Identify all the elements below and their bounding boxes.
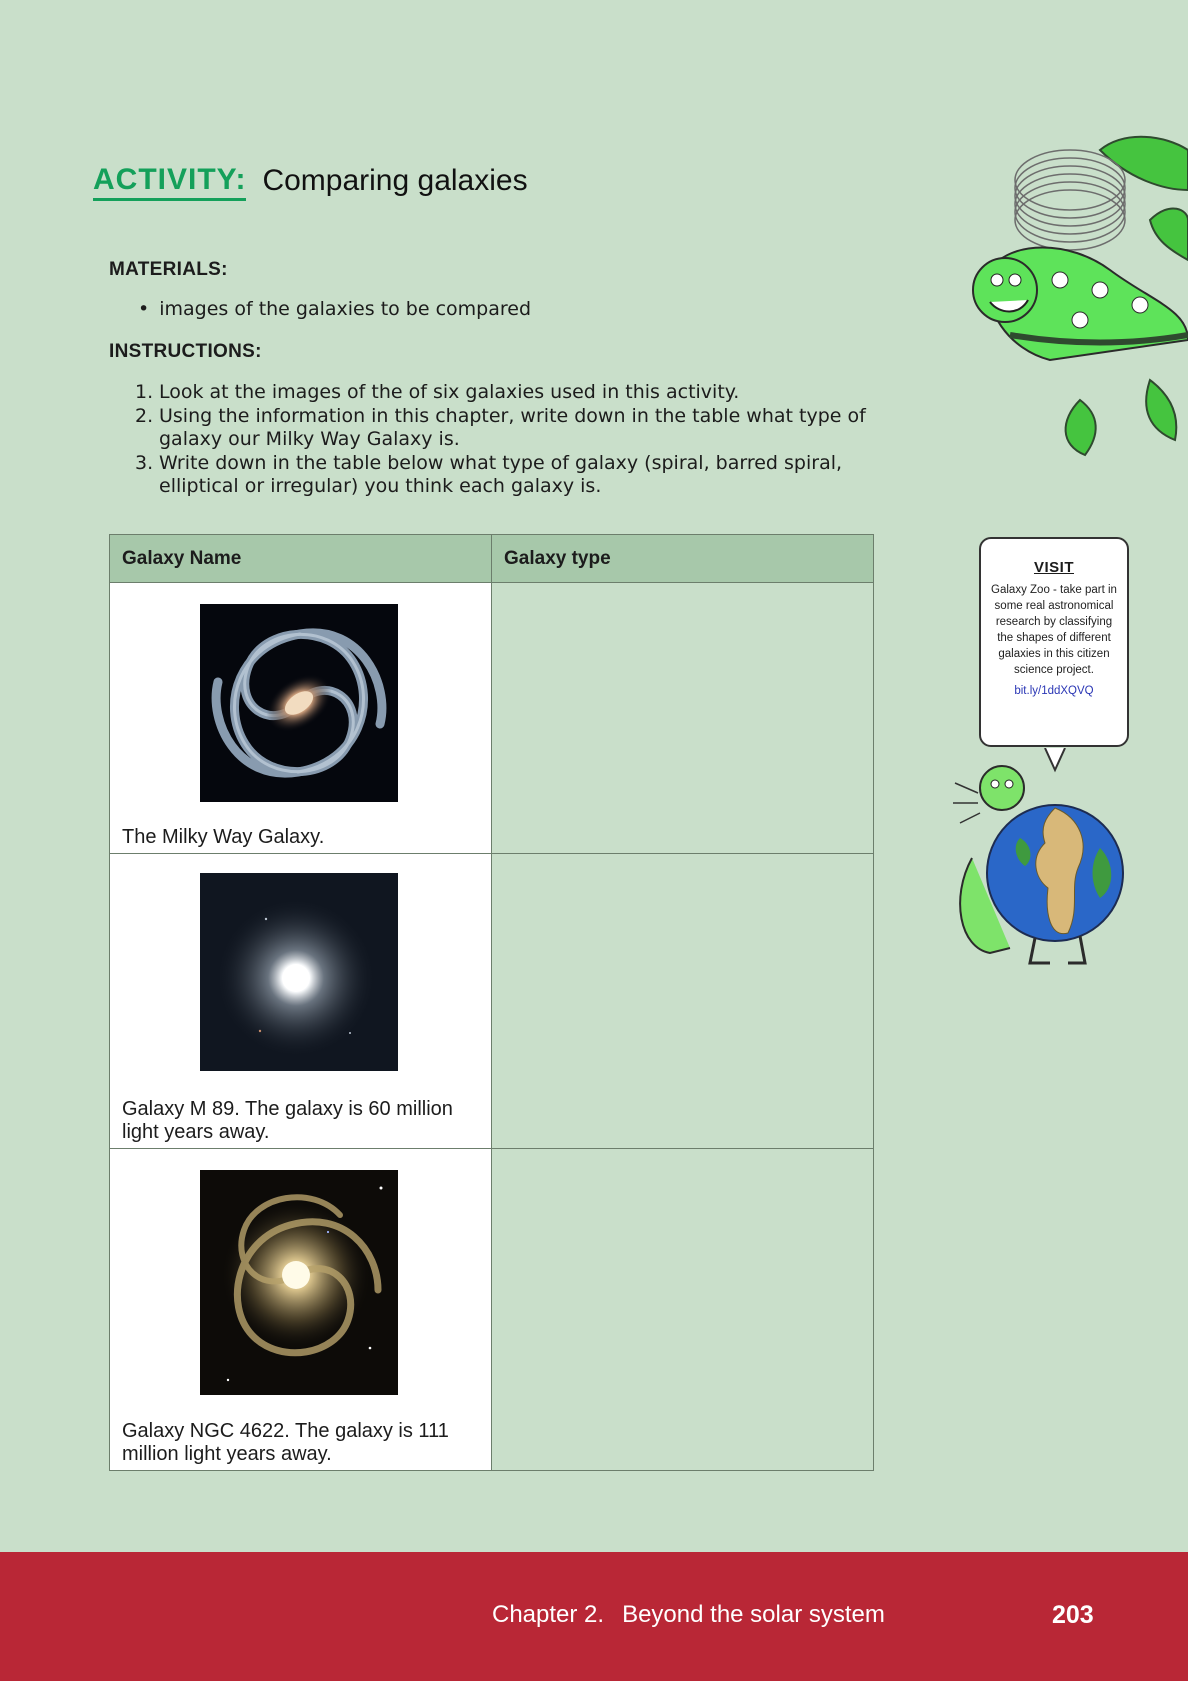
materials-heading: MATERIALS:: [109, 259, 228, 280]
step-text: Write down in the table below what type …: [159, 451, 843, 498]
ngc-4622-image: [200, 1170, 398, 1395]
table-row: Galaxy NGC 4622. The galaxy is 111 milli…: [109, 1148, 874, 1471]
visit-callout: VISIT Galaxy Zoo - take part in some rea…: [979, 537, 1129, 747]
step-text: Look at the images of the of six galaxie…: [159, 381, 740, 403]
instructions-list: 1. Look at the images of the of six gala…: [135, 381, 915, 499]
visit-title: VISIT: [1033, 559, 1074, 576]
step-number: 1.: [135, 381, 154, 403]
instruction-step: 3. Write down in the table below what ty…: [135, 452, 915, 499]
galaxy-table: Galaxy Name Galaxy type The Milky Way Ga…: [109, 534, 874, 1471]
galaxy-name-cell: Galaxy NGC 4622. The galaxy is 111 milli…: [109, 1148, 492, 1471]
galaxy-type-cell[interactable]: [491, 582, 874, 854]
materials-item: images of the galaxies to be compared: [138, 298, 531, 320]
galaxy-name-cell: The Milky Way Galaxy.: [109, 582, 492, 854]
milky-way-image: [200, 604, 398, 802]
galaxy-caption: Galaxy NGC 4622. The galaxy is 111 milli…: [122, 1420, 449, 1465]
activity-title: ACTIVITY: Comparing galaxies: [93, 165, 528, 201]
galaxy-caption: The Milky Way Galaxy.: [122, 826, 325, 848]
instructions-heading: INSTRUCTIONS:: [109, 341, 262, 362]
step-text: Using the information in this chapter, w…: [159, 404, 866, 451]
step-number: 2.: [135, 404, 154, 427]
page-footer: Chapter 2. Beyond the solar system 203: [0, 1552, 1188, 1681]
table-row: The Milky Way Galaxy.: [109, 582, 874, 854]
instruction-step: 2. Using the information in this chapter…: [135, 405, 915, 452]
header-galaxy-type: Galaxy type: [491, 534, 874, 583]
table-header-row: Galaxy Name Galaxy type: [109, 534, 874, 583]
chapter-title: Beyond the solar system: [622, 1601, 885, 1628]
chapter-number: Chapter 2.: [492, 1601, 605, 1628]
header-galaxy-name: Galaxy Name: [109, 534, 492, 583]
galaxy-type-cell[interactable]: [491, 1148, 874, 1471]
table-row: Galaxy M 89. The galaxy is 60 million li…: [109, 853, 874, 1149]
step-number: 3.: [135, 451, 154, 474]
galaxy-type-cell[interactable]: [491, 853, 874, 1149]
page-number: 203: [1052, 1601, 1094, 1629]
earth-creature-illustration: [953, 748, 1124, 965]
activity-kicker: ACTIVITY:: [93, 165, 247, 201]
visit-link[interactable]: bit.ly/1ddXQVQ: [981, 685, 1127, 697]
slinky-creature-illustration: [972, 135, 1188, 457]
m89-image: [200, 873, 398, 1071]
galaxy-caption: Galaxy M 89. The galaxy is 60 million li…: [122, 1098, 453, 1143]
visit-text: Galaxy Zoo - take part in some real astr…: [991, 584, 1117, 676]
instruction-step: 1. Look at the images of the of six gala…: [135, 381, 915, 405]
galaxy-name-cell: Galaxy M 89. The galaxy is 60 million li…: [109, 853, 492, 1149]
chapter-label: Chapter 2. Beyond the solar system: [492, 1601, 885, 1629]
materials-list: images of the galaxies to be compared: [138, 298, 531, 320]
page-title: Comparing galaxies: [262, 164, 528, 197]
